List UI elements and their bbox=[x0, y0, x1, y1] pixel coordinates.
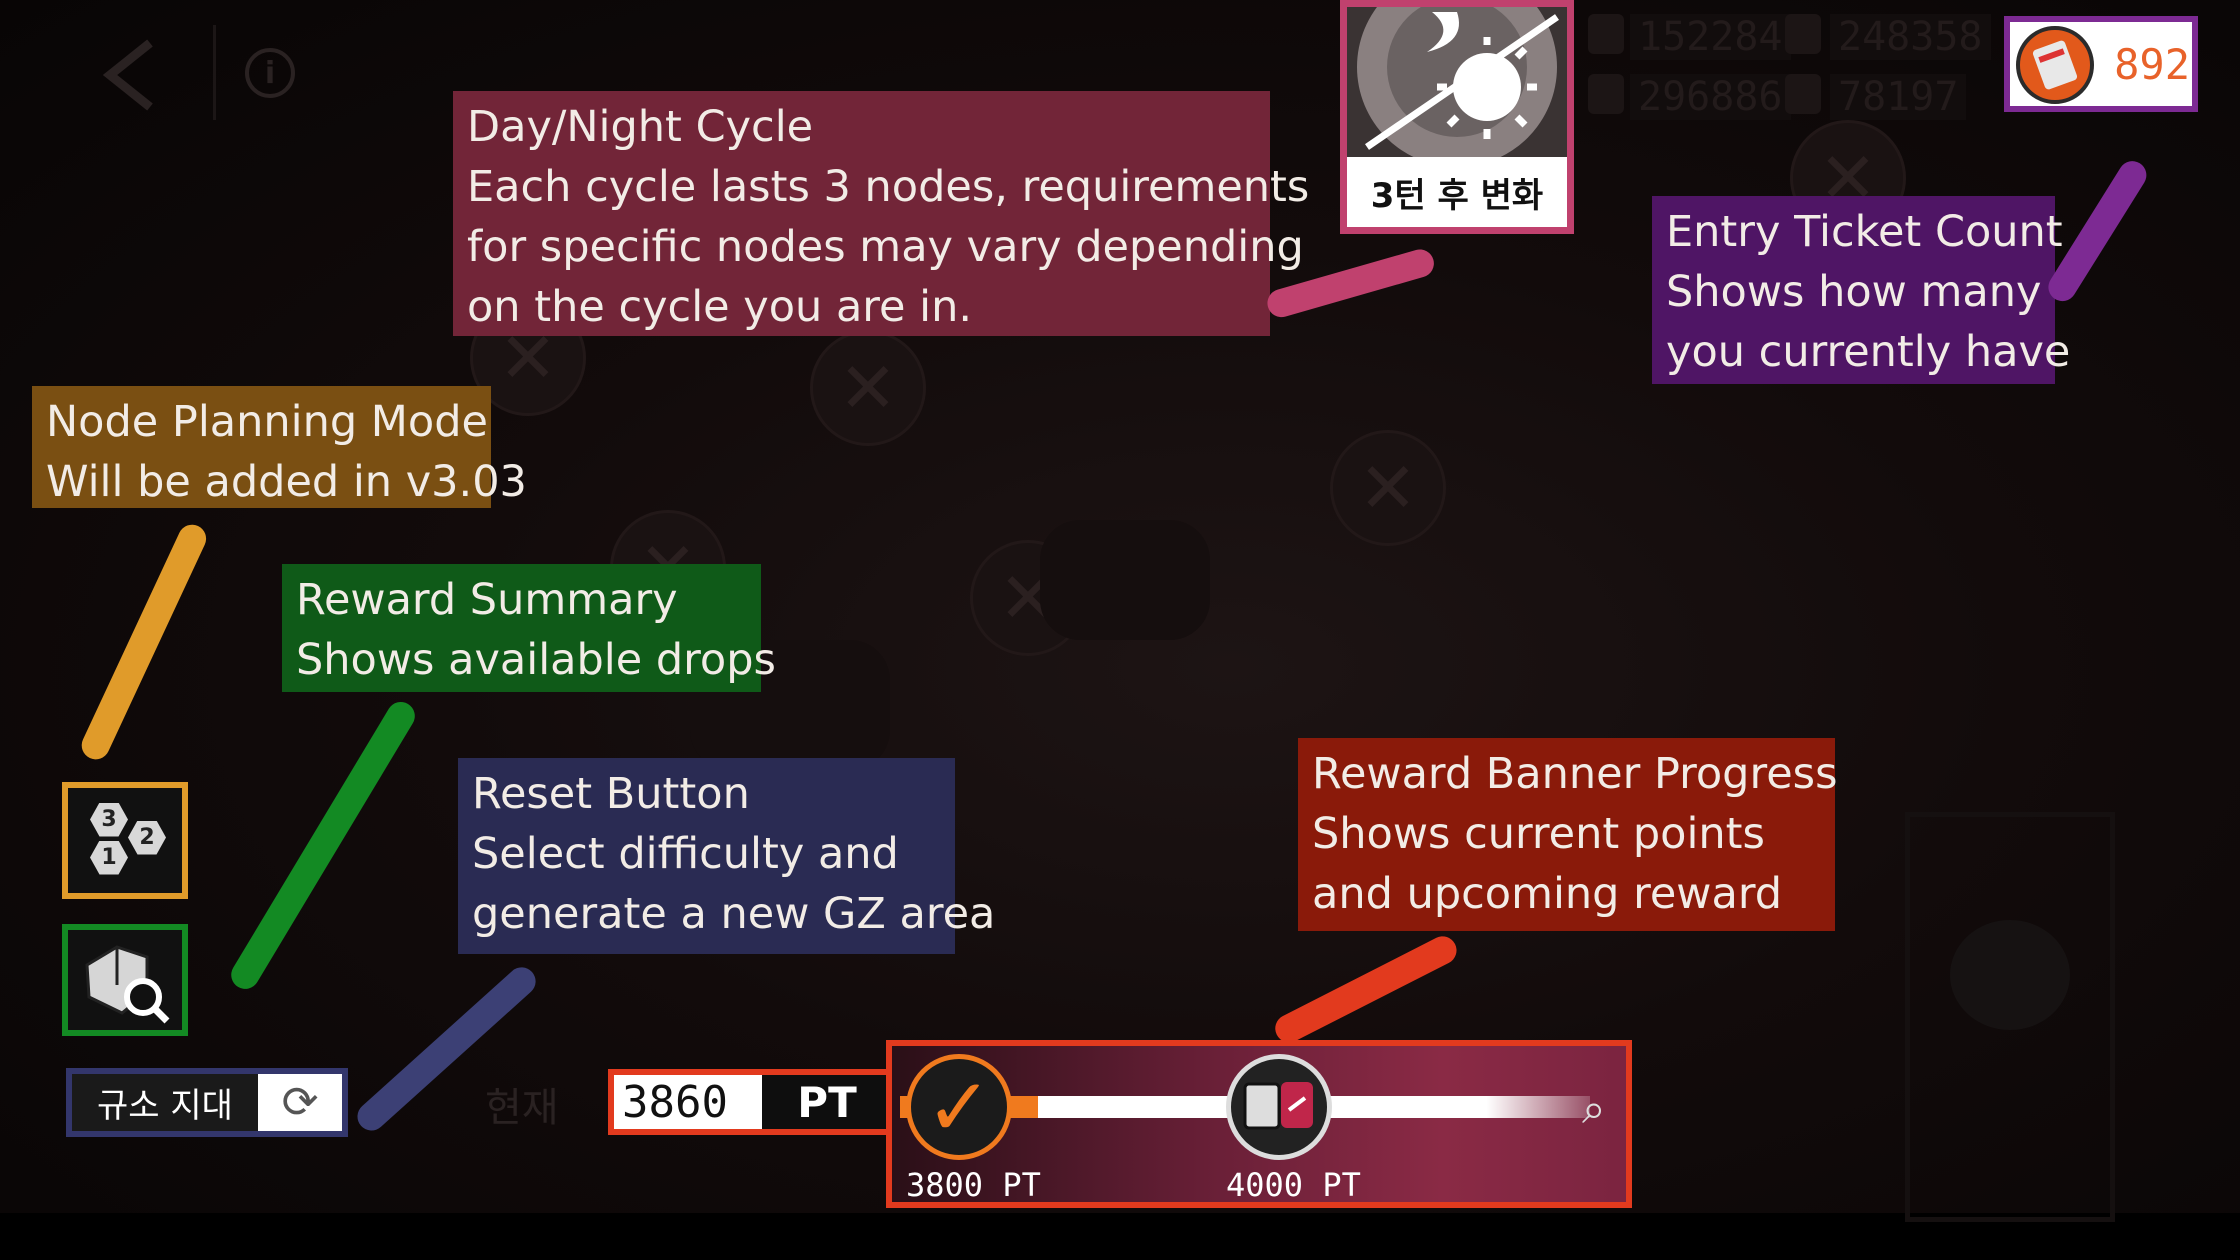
search-drops-icon bbox=[85, 945, 170, 1024]
info-button[interactable]: i bbox=[245, 48, 295, 98]
search-icon[interactable]: ⌕ bbox=[1582, 1084, 1626, 1133]
reward-item-icon bbox=[1243, 1082, 1313, 1130]
callout-line: Will be added in v3.03 bbox=[46, 457, 527, 507]
sun-moon-icon bbox=[1347, 7, 1567, 157]
day-night-indicator[interactable]: 3턴 후 변화 bbox=[1340, 0, 1574, 234]
callout-line: Select difficulty and bbox=[472, 829, 899, 879]
callout-reset: Reset Button Select difficulty and gener… bbox=[458, 758, 996, 954]
reward-node-claimed[interactable]: ✓ bbox=[906, 1054, 1012, 1160]
reset-button[interactable]: 규소 지대 ⟳ bbox=[66, 1068, 348, 1137]
callout-line: for specific nodes may vary depending bbox=[467, 222, 1304, 272]
callout-banner: Reward Banner Progress Shows current poi… bbox=[1298, 738, 1838, 931]
callout-line: you currently have bbox=[1666, 327, 2071, 377]
callout-title: Reset Button bbox=[472, 769, 750, 819]
callout-title: Day/Night Cycle bbox=[467, 102, 814, 152]
resource-icon bbox=[1588, 14, 1624, 54]
check-icon: ✓ bbox=[925, 1060, 993, 1154]
bottom-letterbox bbox=[0, 1213, 2240, 1260]
resource-icon bbox=[1785, 74, 1821, 114]
info-icon: i bbox=[264, 55, 276, 91]
character-portrait bbox=[1950, 920, 2070, 1030]
ticket-icon bbox=[2016, 26, 2094, 104]
refresh-icon: ⟳ bbox=[281, 1077, 319, 1128]
callout-line: and upcoming reward bbox=[1312, 869, 1783, 919]
callout-planning: Node Planning Mode Will be added in v3.0… bbox=[32, 386, 527, 508]
resource-count: 248358 bbox=[1830, 14, 1991, 60]
reward-banner-progress[interactable]: ✓ 3800 PT 4000 PT ⌕ bbox=[886, 1040, 1632, 1208]
callout-line: Shows available drops bbox=[296, 635, 776, 685]
ticket-count: 892 bbox=[2114, 39, 2190, 89]
points-unit: PT bbox=[797, 1077, 857, 1127]
callout-line: Shows how many bbox=[1666, 267, 2042, 317]
callout-line: Shows current points bbox=[1312, 809, 1765, 859]
points-display: 3860 PT bbox=[608, 1069, 898, 1135]
node-planning-button[interactable]: 3 2 1 bbox=[62, 782, 188, 899]
top-divider bbox=[213, 25, 216, 120]
area-name-label: 규소 지대 bbox=[72, 1074, 258, 1131]
resource-count: 152284 bbox=[1630, 14, 1791, 60]
callout-title: Node Planning Mode bbox=[46, 397, 488, 447]
map-node bbox=[1330, 430, 1446, 546]
resource-icon bbox=[1588, 74, 1624, 114]
milestone-label: 4000 PT bbox=[1226, 1166, 1361, 1204]
hex-number: 1 bbox=[90, 840, 128, 875]
callout-line: Each cycle lasts 3 nodes, requirements bbox=[467, 162, 1310, 212]
callout-title: Reward Summary bbox=[296, 575, 678, 625]
callout-ticket: Entry Ticket Count Shows how many you cu… bbox=[1652, 196, 2071, 384]
points-value: 3860 bbox=[614, 1075, 762, 1129]
hex-number: 2 bbox=[128, 820, 166, 855]
resource-count: 296886 bbox=[1630, 74, 1791, 120]
map-node bbox=[810, 330, 926, 446]
back-button[interactable] bbox=[95, 35, 165, 115]
callout-title: Entry Ticket Count bbox=[1666, 207, 2063, 257]
callout-line: on the cycle you are in. bbox=[467, 282, 973, 332]
hex-number: 3 bbox=[90, 802, 128, 837]
callout-line: generate a new GZ area bbox=[472, 889, 996, 939]
current-points-label: 현재 bbox=[485, 1085, 559, 1131]
entry-ticket-counter[interactable]: 892 bbox=[2004, 16, 2198, 112]
reward-summary-button[interactable] bbox=[62, 924, 188, 1036]
callout-title: Reward Banner Progress bbox=[1312, 749, 1838, 799]
day-night-change-label: 3턴 후 변화 bbox=[1370, 175, 1544, 216]
map-terrain bbox=[1040, 520, 1210, 640]
chevron-left-icon bbox=[102, 39, 153, 111]
reward-node-upcoming[interactable] bbox=[1226, 1054, 1332, 1160]
callout-day-night: Day/Night Cycle Each cycle lasts 3 nodes… bbox=[453, 91, 1310, 336]
callout-reward: Reward Summary Shows available drops bbox=[282, 564, 776, 692]
node-planning-icon: 3 2 1 bbox=[80, 801, 170, 881]
resource-icon bbox=[1785, 14, 1821, 54]
milestone-label: 3800 PT bbox=[906, 1166, 1041, 1204]
resource-count: 78197 bbox=[1830, 74, 1967, 120]
